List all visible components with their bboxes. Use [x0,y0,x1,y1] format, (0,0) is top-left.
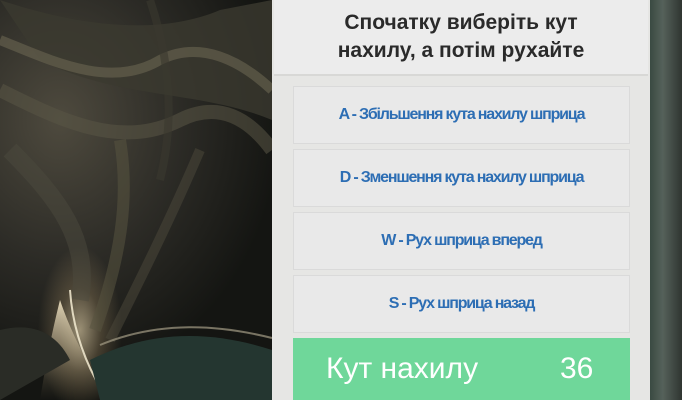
scene-edge [650,0,682,400]
angle-label: Кут нахилу [326,352,479,385]
increase-angle-button[interactable]: A - Збільшення кута нахилу шприца [293,86,630,144]
angle-display: Кут нахилу 36 [293,338,630,400]
instruction-text: Спочатку виберіть кут нахилу, а потім ру… [337,11,585,62]
angle-value: 36 [560,352,594,385]
instruction-header: Спочатку виберіть кут нахилу, а потім ру… [274,0,648,76]
controls-panel: Спочатку виберіть кут нахилу, а потім ру… [272,0,650,400]
move-backward-button[interactable]: S - Рух шприца назад [293,275,630,333]
decrease-angle-button[interactable]: D - Зменшення кута нахилу шприца [293,149,630,207]
move-forward-button[interactable]: W - Рух шприца вперед [293,212,630,270]
